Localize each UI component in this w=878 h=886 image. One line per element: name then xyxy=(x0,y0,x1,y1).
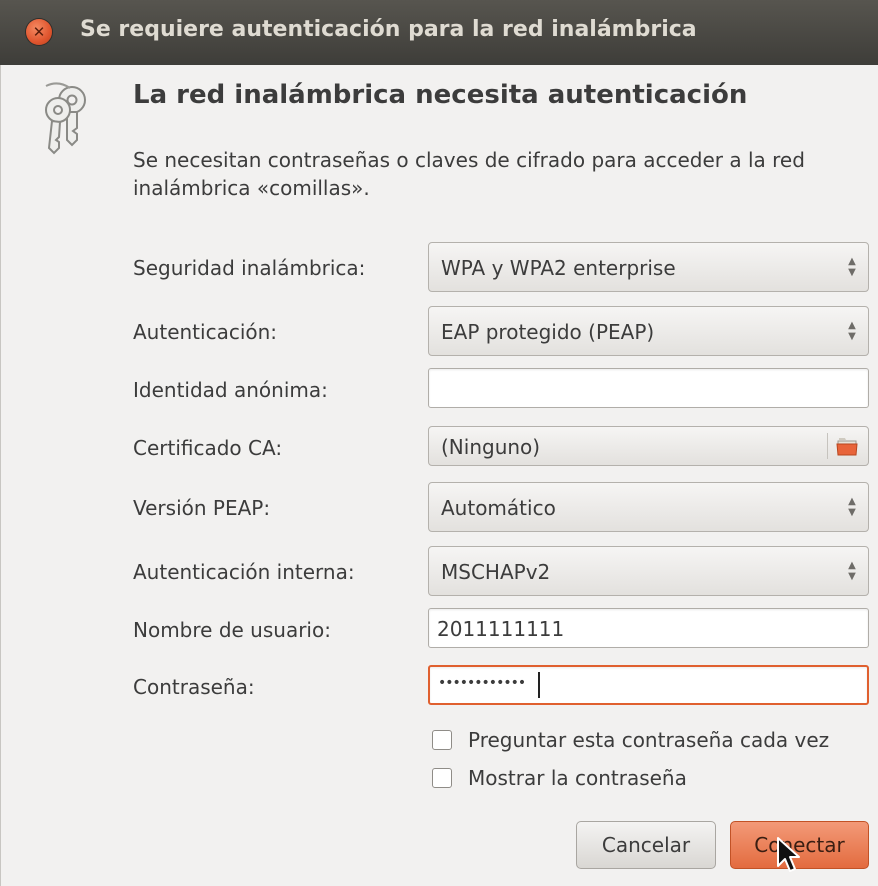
anonymous-identity-input[interactable] xyxy=(428,368,869,408)
security-combo[interactable]: WPA y WPA2 enterprise ▲ ▼ xyxy=(428,242,869,292)
mouse-pointer-icon xyxy=(777,837,800,872)
peap-version-combo[interactable]: Automático ▲ ▼ xyxy=(428,482,869,532)
security-value: WPA y WPA2 enterprise xyxy=(441,256,676,280)
window-title: Se requiere autenticación para la red in… xyxy=(80,17,697,42)
peap-version-label: Versión PEAP: xyxy=(133,496,271,520)
dialog-description: Se necesitan contraseñas o claves de cif… xyxy=(133,148,805,200)
window-titlebar: ✕ Se requiere autenticación para la red … xyxy=(0,0,878,65)
inner-auth-combo[interactable]: MSCHAPv2 ▲ ▼ xyxy=(428,546,869,596)
username-value: 2011111111 xyxy=(437,617,565,641)
cancel-button[interactable]: Cancelar xyxy=(576,821,716,869)
show-password-checkbox[interactable] xyxy=(432,768,452,788)
authentication-label: Autenticación: xyxy=(133,320,278,344)
password-value: •••••••••••• xyxy=(438,675,526,691)
folder-icon xyxy=(836,438,858,456)
close-icon[interactable]: ✕ xyxy=(26,19,52,45)
authentication-value: EAP protegido (PEAP) xyxy=(441,320,655,344)
keys-icon xyxy=(45,82,86,155)
username-input[interactable]: 2011111111 xyxy=(428,608,869,648)
anonymous-identity-label: Identidad anónima: xyxy=(133,378,328,402)
dialog-heading: La red inalámbrica necesita autenticació… xyxy=(133,80,748,110)
divider xyxy=(827,433,828,459)
authentication-combo[interactable]: EAP protegido (PEAP) ▲ ▼ xyxy=(428,306,869,356)
combo-arrows-icon: ▲ ▼ xyxy=(848,496,856,518)
username-label: Nombre de usuario: xyxy=(133,618,331,642)
password-input[interactable]: •••••••••••• xyxy=(428,665,869,705)
combo-arrows-icon: ▲ ▼ xyxy=(848,560,856,582)
ca-certificate-label: Certificado CA: xyxy=(133,436,283,460)
security-label: Seguridad inalámbrica: xyxy=(133,256,366,280)
combo-arrows-icon: ▲ ▼ xyxy=(848,256,856,278)
ca-certificate-value: (Ninguno) xyxy=(441,435,541,459)
show-password-label: Mostrar la contraseña xyxy=(468,766,687,790)
text-caret xyxy=(538,672,540,698)
inner-auth-value: MSCHAPv2 xyxy=(441,560,551,584)
ask-password-label: Preguntar esta contraseña cada vez xyxy=(468,728,830,752)
password-label: Contraseña: xyxy=(133,675,255,699)
inner-auth-label: Autenticación interna: xyxy=(133,560,355,584)
ca-certificate-chooser[interactable]: (Ninguno) xyxy=(428,426,869,466)
combo-arrows-icon: ▲ ▼ xyxy=(848,320,856,342)
peap-version-value: Automático xyxy=(441,496,556,520)
ask-password-checkbox[interactable] xyxy=(432,730,452,750)
